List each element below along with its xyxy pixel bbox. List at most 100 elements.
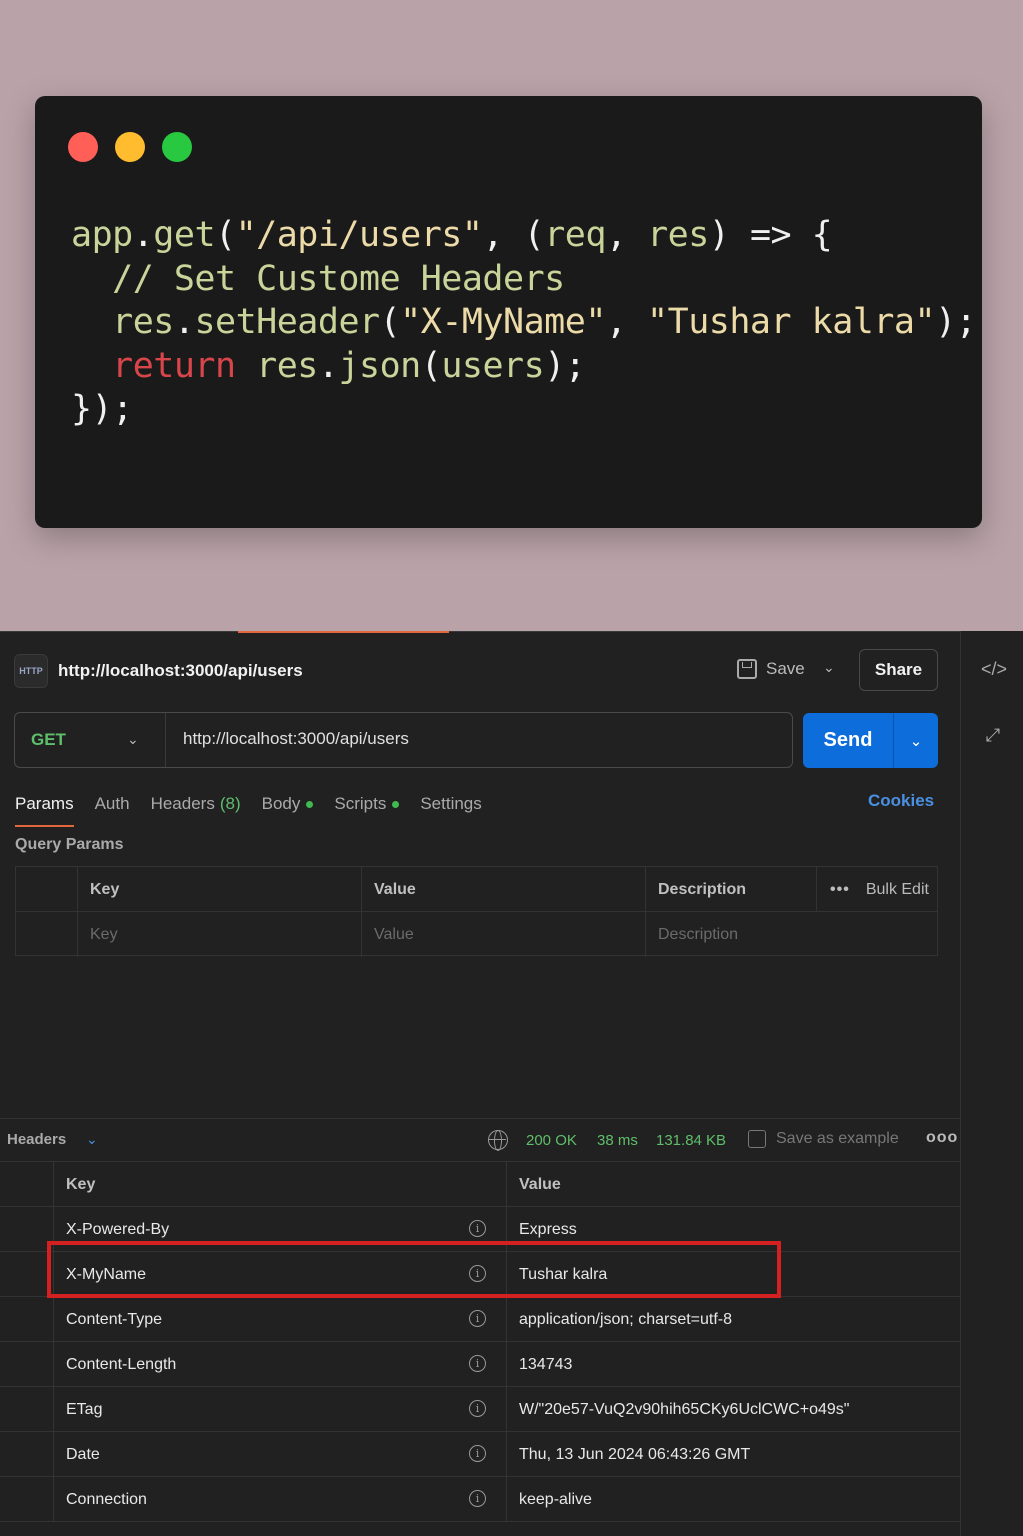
code-token: setHeader [194,302,380,342]
response-section-chevron-down-icon[interactable]: ⌄ [86,1131,98,1148]
row-gutter [0,1162,54,1207]
postman-panel: HTTP http://localhost:3000/api/users Sav… [0,631,1023,1536]
code-token: "/api/users" [235,215,483,255]
code-snippet-icon[interactable]: </> [981,657,1007,681]
url-bar: GET ⌄ http://localhost:3000/api/users [14,712,793,768]
header-value: Thu, 13 Jun 2024 06:43:26 GMT [519,1445,751,1463]
request-tabs: Params Auth Headers (8) Body Scripts Settings [15,789,503,827]
code-token: ( [215,215,236,255]
save-as-example-label: Save as example [776,1130,899,1147]
tab-label: Auth [94,794,130,813]
table-row: Date i Thu, 13 Jun 2024 06:43:26 GMT [0,1432,960,1477]
code-line: res.setHeader("X-MyName", "Tushar kalra"… [71,301,977,345]
qp-description-input[interactable]: Description [645,912,937,957]
tab-status-dot [306,800,314,808]
code-token: , [605,302,648,342]
header-key: Content-Length [66,1355,177,1373]
code-line: return res.json(users); [71,345,976,389]
method-select[interactable]: GET [15,713,166,767]
info-icon[interactable]: i [469,1310,486,1327]
collapse-arrows-icon[interactable]: ⤢ [981,723,1005,747]
header-key: Connection [66,1490,147,1508]
response-more-icon[interactable]: ooo [926,1129,958,1147]
info-icon[interactable]: i [469,1445,486,1462]
query-params-table: Key Value Description ••• Bulk Edit Key … [15,866,938,957]
info-icon[interactable]: i [469,1400,486,1417]
active-request-tab-indicator [238,631,449,633]
status-code[interactable]: 200 OK [526,1132,577,1149]
code-token: res [647,215,709,255]
row-gutter [0,1207,54,1252]
column-divider [506,1432,507,1477]
tab-body[interactable]: Body [262,794,314,814]
save-as-example-button[interactable]: Save as example [748,1130,899,1148]
table-row: Connection i keep-alive [0,1477,960,1522]
code-token: }); [71,389,133,429]
qp-key-input[interactable]: Key [77,912,361,957]
code-token: ( [379,302,401,342]
save-options-chevron-down-icon[interactable]: ⌄ [823,659,841,677]
response-size[interactable]: 131.84 KB [656,1132,726,1149]
globe-icon[interactable] [488,1130,508,1151]
tab-status-dot [392,800,400,808]
table-row: Content-Type i application/json; charset=u… [0,1297,960,1342]
window-maximize-dot [162,132,192,162]
code-token: . [317,345,339,386]
column-divider [506,1477,507,1522]
header-key: ETag [66,1400,103,1418]
request-title-text[interactable]: http://localhost:3000/api/users [58,661,303,681]
request-title: HTTP http://localhost:3000/api/users [14,653,303,689]
share-button[interactable]: Share [859,649,938,691]
more-options-icon[interactable]: ••• [830,881,850,899]
save-button[interactable]: Save [737,657,805,681]
row-gutter [0,1252,54,1297]
method-label: GET [31,730,66,749]
code-token: return [71,345,257,386]
response-time[interactable]: 38 ms [597,1132,638,1149]
send-button[interactable]: Send [803,713,894,768]
save-icon [737,659,757,679]
code-token: req [544,215,606,255]
tab-headers[interactable]: Headers (8) [151,794,241,814]
code-line: // Set Custome Headers [71,258,976,302]
save-example-icon [748,1130,766,1148]
tab-label: Settings [420,794,482,813]
tab-scripts[interactable]: Scripts [334,794,400,814]
column-divider [506,1387,507,1432]
qp-key-header: Key [77,867,361,912]
code-token: json [338,345,421,386]
info-icon[interactable]: i [469,1490,486,1507]
rh-key-header: Key [66,1175,96,1193]
header-value: 134743 [519,1355,573,1373]
tab-settings[interactable]: Settings [420,794,481,814]
query-params-empty-row: Key Value Description [16,912,937,957]
column-divider [506,1162,507,1207]
code-token: // Set Custome Headers [71,258,565,299]
code-token: ); [544,345,586,386]
header-value: W/"20e57-VuQ2v90hih65CKy6UclCWC+o49s" [519,1400,850,1418]
response-section-label[interactable]: Headers [7,1131,66,1148]
code-token: ) => { [708,215,833,255]
qp-value-input[interactable]: Value [361,912,645,957]
method-chevron-down-icon[interactable]: ⌄ [127,731,139,748]
tab-auth[interactable]: Auth [95,794,130,814]
qp-description-header: Description [645,867,816,912]
code-token: ); [935,302,977,342]
tab-params[interactable]: Params [15,794,74,827]
tab-label: Body [261,794,301,813]
response-headers-header-row: Key Value [0,1162,960,1207]
row-gutter [0,1432,54,1477]
bulk-edit-button[interactable]: ••• Bulk Edit [816,867,937,912]
send-options-chevron-down-icon[interactable]: ⌄ [894,713,938,768]
info-icon[interactable]: i [469,1220,486,1237]
http-icon: HTTP [14,654,48,688]
cookies-link[interactable]: Cookies [868,791,934,811]
header-value: application/json; charset=utf-8 [519,1310,733,1328]
info-icon[interactable]: i [469,1355,486,1372]
response-toolbar: Headers ⌄ 200 OK 38 ms 131.84 KB Save as… [0,1118,960,1162]
url-input[interactable]: http://localhost:3000/api/users [183,729,409,749]
row-gutter [0,1477,54,1522]
tab-count: (8) [219,794,241,813]
code-token: . [132,215,154,255]
code-token: app [71,215,133,255]
